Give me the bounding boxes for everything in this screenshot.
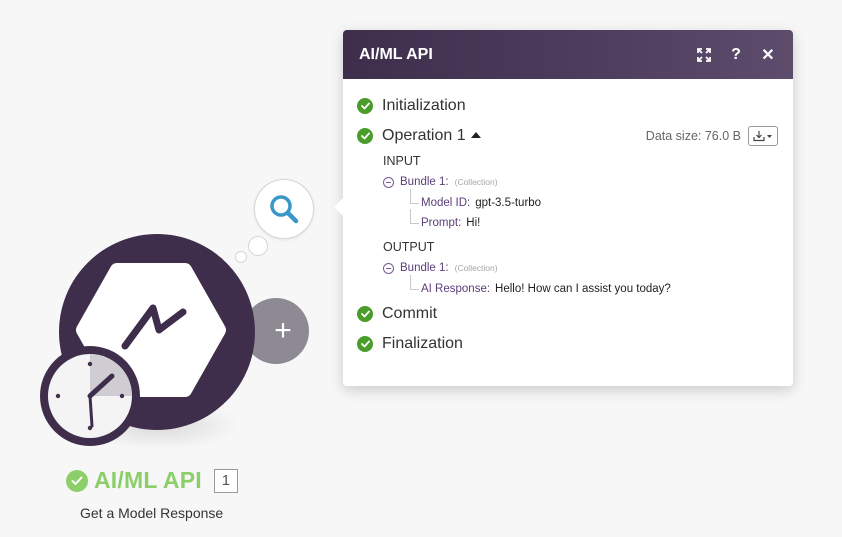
success-check-icon: [357, 306, 373, 322]
field-value[interactable]: Hello! How can I assist you today?: [495, 283, 671, 295]
panel-header: AI/ML API ? ✕: [343, 30, 793, 79]
plus-icon: +: [274, 314, 292, 347]
input-section-title: INPUT: [383, 154, 421, 168]
step-operation-1[interactable]: Operation 1 Data size: 76.0 B: [343, 121, 793, 151]
step-label: Finalization: [382, 335, 463, 352]
close-icon[interactable]: ✕: [759, 46, 777, 64]
module-label: AI/ML API 1: [66, 467, 238, 494]
field-key: Prompt:: [421, 217, 462, 229]
search-icon: [270, 195, 299, 224]
module-action-label: Get a Model Response: [80, 505, 224, 521]
step-commit[interactable]: Commit: [343, 299, 793, 329]
step-label: Operation 1: [382, 127, 466, 144]
inspect-bubble-button[interactable]: [254, 179, 314, 239]
field-value[interactable]: Hi!: [466, 217, 480, 229]
thought-bubble-dot: [248, 236, 268, 256]
panel-title: AI/ML API: [359, 45, 433, 63]
schedule-clock-badge[interactable]: [40, 346, 140, 446]
success-check-icon: [357, 336, 373, 352]
input-field-prompt: Prompt: Hi!: [343, 209, 793, 233]
download-icon: [753, 131, 772, 142]
download-button[interactable]: [748, 126, 778, 146]
collapse-minus-icon[interactable]: [383, 262, 394, 274]
success-check-icon: [357, 128, 373, 144]
collapse-caret-icon[interactable]: [470, 131, 481, 138]
step-initialization[interactable]: Initialization: [343, 91, 793, 121]
field-value[interactable]: gpt-3.5-turbo: [475, 197, 541, 209]
success-check-icon: [66, 469, 88, 492]
expand-icon[interactable]: [695, 46, 713, 64]
execution-inspector-panel: AI/ML API ? ✕ Initialization Operation 1…: [334, 30, 793, 386]
thought-bubble-dot: [235, 251, 247, 263]
bundle-name: Bundle 1:: [400, 262, 449, 274]
collapse-minus-icon[interactable]: [383, 176, 394, 188]
step-label: Commit: [382, 305, 438, 322]
success-check-icon: [357, 98, 373, 114]
output-field-ai-response: AI Response: Hello! How can I assist you…: [343, 275, 793, 299]
bundle-type: (Collection): [454, 177, 498, 187]
bundle-name: Bundle 1:: [400, 176, 449, 188]
module-name[interactable]: AI/ML API: [94, 467, 202, 494]
step-finalization[interactable]: Finalization: [343, 329, 793, 359]
field-key: AI Response:: [421, 283, 491, 295]
operations-count-badge[interactable]: 1: [213, 468, 238, 493]
clock-icon: [55, 354, 132, 431]
bundle-type: (Collection): [454, 263, 498, 273]
help-icon[interactable]: ?: [727, 46, 745, 64]
field-key: Model ID:: [421, 197, 471, 209]
scenario-canvas: + AI/ML API 1 Get a Model Response AI/ML…: [0, 0, 842, 537]
data-size: Data size: 76.0 B: [645, 129, 741, 143]
output-section-title: OUTPUT: [383, 240, 435, 254]
step-label: Initialization: [382, 97, 466, 114]
panel-body: Initialization Operation 1 Data size: 76…: [343, 79, 793, 359]
